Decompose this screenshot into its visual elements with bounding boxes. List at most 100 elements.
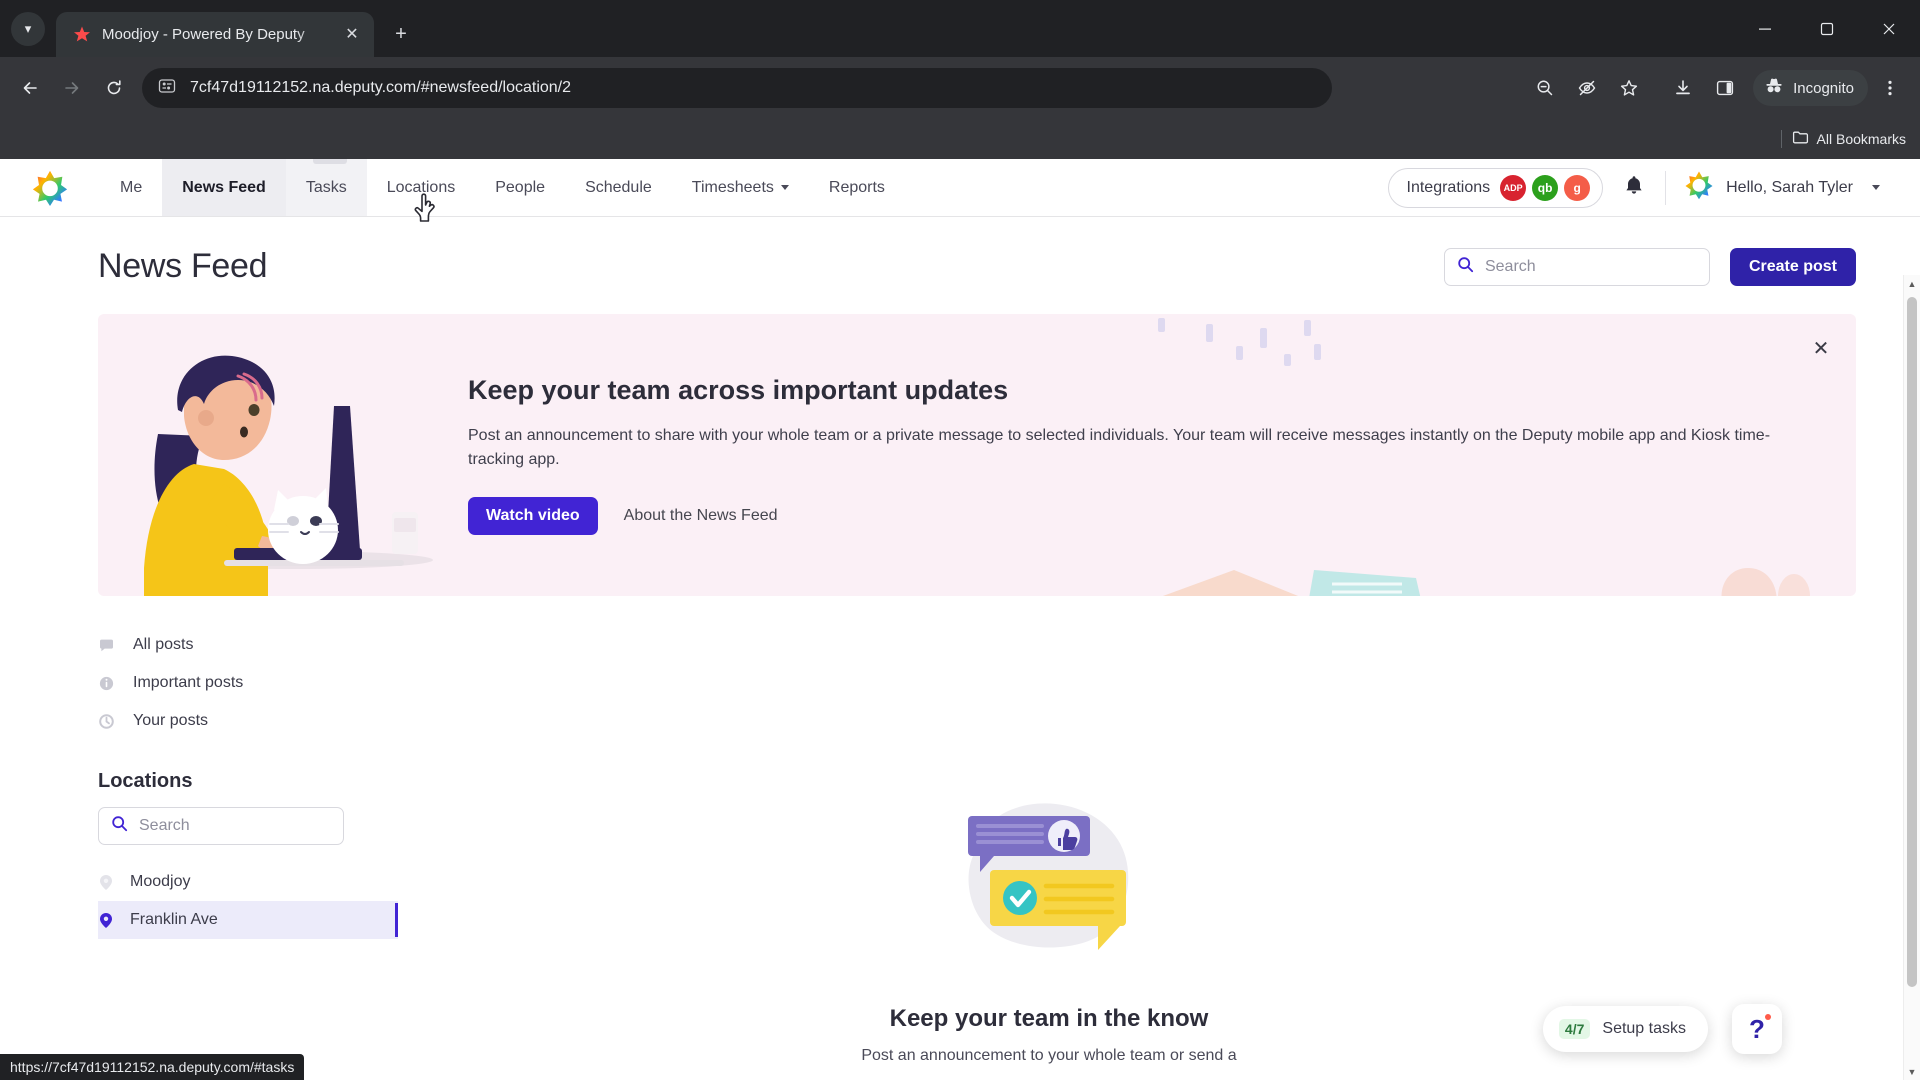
download-icon[interactable]: [1663, 68, 1703, 108]
bookmarks-bar: All Bookmarks: [0, 119, 1920, 159]
minimize-icon[interactable]: [1734, 0, 1796, 57]
locations-list: Moodjoy Franklin Ave: [98, 863, 398, 939]
bell-icon: [1622, 173, 1646, 202]
locations-search-input[interactable]: Search: [98, 807, 344, 845]
nav-item-news-feed[interactable]: News Feed: [162, 159, 286, 216]
page-title: News Feed: [98, 247, 268, 285]
back-arrow-icon[interactable]: [10, 68, 50, 108]
location-item-franklin-ave[interactable]: Franklin Ave: [98, 901, 398, 939]
nav-label: News Feed: [182, 178, 266, 196]
banner-decoration: [1284, 354, 1291, 366]
banner-decoration: [1206, 324, 1213, 342]
window-close-icon[interactable]: [1858, 0, 1920, 57]
all-bookmarks-button[interactable]: All Bookmarks: [1792, 129, 1906, 149]
location-item-moodjoy[interactable]: Moodjoy: [98, 863, 398, 901]
nav-item-people[interactable]: People: [475, 159, 565, 216]
scrollbar-thumb[interactable]: [1907, 297, 1917, 987]
browser-status-bar: https://7cf47d19112152.na.deputy.com/#ta…: [0, 1054, 305, 1080]
help-button[interactable]: ?: [1732, 1004, 1782, 1054]
folder-icon: [1792, 129, 1809, 149]
nav-item-timesheets[interactable]: Timesheets: [672, 159, 809, 216]
eye-off-icon[interactable]: [1567, 68, 1607, 108]
banner-body: Keep your team across important updates …: [468, 375, 1856, 535]
side-panel-icon[interactable]: [1705, 68, 1745, 108]
app-nav-links: Me News Feed Tasks Locations People Sche…: [100, 159, 905, 216]
zoom-out-icon[interactable]: [1525, 68, 1565, 108]
tab-close-icon[interactable]: ✕: [340, 23, 364, 47]
app-navbar: Me News Feed Tasks Locations People Sche…: [0, 159, 1920, 217]
scroll-down-arrow[interactable]: ▼: [1904, 1063, 1920, 1080]
empty-state-subtitle: Post an announcement to your whole team …: [861, 1047, 1237, 1064]
chevron-down-icon: [780, 185, 789, 190]
three-dot-menu-icon[interactable]: [1870, 68, 1910, 108]
deputy-star-icon: [72, 25, 92, 45]
status-bar-url: https://7cf47d19112152.na.deputy.com/#ta…: [10, 1059, 295, 1075]
banner-decoration: [1158, 318, 1165, 332]
browser-tab[interactable]: Moodjoy - Powered By Deputy ✕: [56, 12, 374, 57]
search-icon: [1457, 256, 1474, 278]
page-scrollbar[interactable]: ▲ ▼: [1903, 275, 1920, 1080]
banner-decoration: [1236, 346, 1243, 360]
integration-badge-gusto[interactable]: g: [1564, 174, 1591, 201]
notifications-button[interactable]: [1603, 173, 1665, 202]
incognito-hat-icon: [1763, 75, 1785, 101]
nav-item-tasks[interactable]: Tasks: [285, 159, 367, 216]
browser-tabstrip: ▾ Moodjoy - Powered By Deputy ✕ +: [0, 0, 1920, 57]
maximize-icon[interactable]: [1796, 0, 1858, 57]
nav-label: Timesheets: [691, 178, 774, 196]
user-greeting: Hello, Sarah Tyler: [1726, 178, 1853, 196]
banner-decoration: [1314, 344, 1321, 360]
filter-label: All posts: [133, 636, 194, 653]
location-label: Moodjoy: [130, 873, 191, 890]
filter-important-posts[interactable]: Important posts: [98, 664, 398, 702]
filter-label: Important posts: [133, 674, 244, 691]
incognito-indicator[interactable]: Incognito: [1753, 70, 1868, 106]
scroll-up-arrow[interactable]: ▲: [1904, 275, 1920, 292]
nav-label: Me: [120, 178, 143, 196]
nav-item-me[interactable]: Me: [100, 159, 162, 216]
newsfeed-empty-state: Keep your team in the know Post an annou…: [398, 626, 1920, 1065]
banner-close-icon[interactable]: ✕: [1808, 336, 1834, 362]
omnibox-url-text: 7cf47d19112152.na.deputy.com/#newsfeed/l…: [190, 79, 572, 96]
integrations-button[interactable]: Integrations ADP qb g: [1387, 167, 1604, 208]
refresh-icon: [98, 713, 115, 730]
nav-item-schedule[interactable]: Schedule: [565, 159, 672, 216]
omnibox[interactable]: 7cf47d19112152.na.deputy.com/#newsfeed/l…: [142, 68, 1332, 108]
star-icon[interactable]: [1609, 68, 1649, 108]
nav-label: Reports: [828, 178, 885, 196]
setup-tasks-widget[interactable]: 4/7 Setup tasks: [1542, 1006, 1708, 1052]
banner-decoration: [1260, 328, 1267, 348]
integration-badge-adp[interactable]: ADP: [1500, 174, 1527, 201]
all-bookmarks-label: All Bookmarks: [1816, 131, 1906, 147]
locations-search-placeholder: Search: [139, 817, 190, 834]
banner-actions: Watch video About the News Feed: [468, 496, 1776, 535]
forward-arrow-icon[interactable]: [52, 68, 92, 108]
user-menu[interactable]: Hello, Sarah Tyler: [1666, 170, 1880, 205]
nav-item-reports[interactable]: Reports: [809, 159, 905, 216]
chat-bubbles-illustration: [944, 782, 1154, 977]
user-avatar-icon: [1684, 170, 1714, 205]
page-viewport: Me News Feed Tasks Locations People Sche…: [0, 159, 1920, 1080]
integration-badge-quickbooks[interactable]: qb: [1532, 174, 1559, 201]
tab-search-icon[interactable]: ▾: [11, 11, 45, 46]
about-news-feed-link[interactable]: About the News Feed: [624, 507, 778, 525]
location-pin-icon: [98, 874, 114, 891]
page-content: News Feed Search Create post Keep your t…: [0, 217, 1920, 1080]
window-controls: [1734, 0, 1920, 57]
new-tab-button[interactable]: +: [384, 17, 418, 51]
watch-video-button[interactable]: Watch video: [468, 496, 598, 535]
search-input[interactable]: Search: [1443, 247, 1710, 286]
help-notification-badge: [1765, 1014, 1771, 1020]
filter-all-posts[interactable]: All posts: [98, 626, 398, 664]
nav-label: People: [495, 178, 546, 196]
reload-icon[interactable]: [94, 68, 134, 108]
create-post-button[interactable]: Create post: [1729, 247, 1856, 286]
newsfeed-content: All posts Important posts Your posts Loc…: [0, 626, 1920, 1065]
filter-label: Your posts: [133, 712, 209, 729]
site-settings-icon[interactable]: [158, 77, 176, 100]
banner-decoration: [1162, 570, 1299, 596]
filter-your-posts[interactable]: Your posts: [98, 702, 398, 740]
app-nav-right: Integrations ADP qb g Hello, Sarah Tyler: [1387, 159, 1920, 216]
browser-toolbar: 7cf47d19112152.na.deputy.com/#newsfeed/l…: [0, 57, 1920, 119]
deputy-logo-icon[interactable]: [0, 159, 100, 216]
